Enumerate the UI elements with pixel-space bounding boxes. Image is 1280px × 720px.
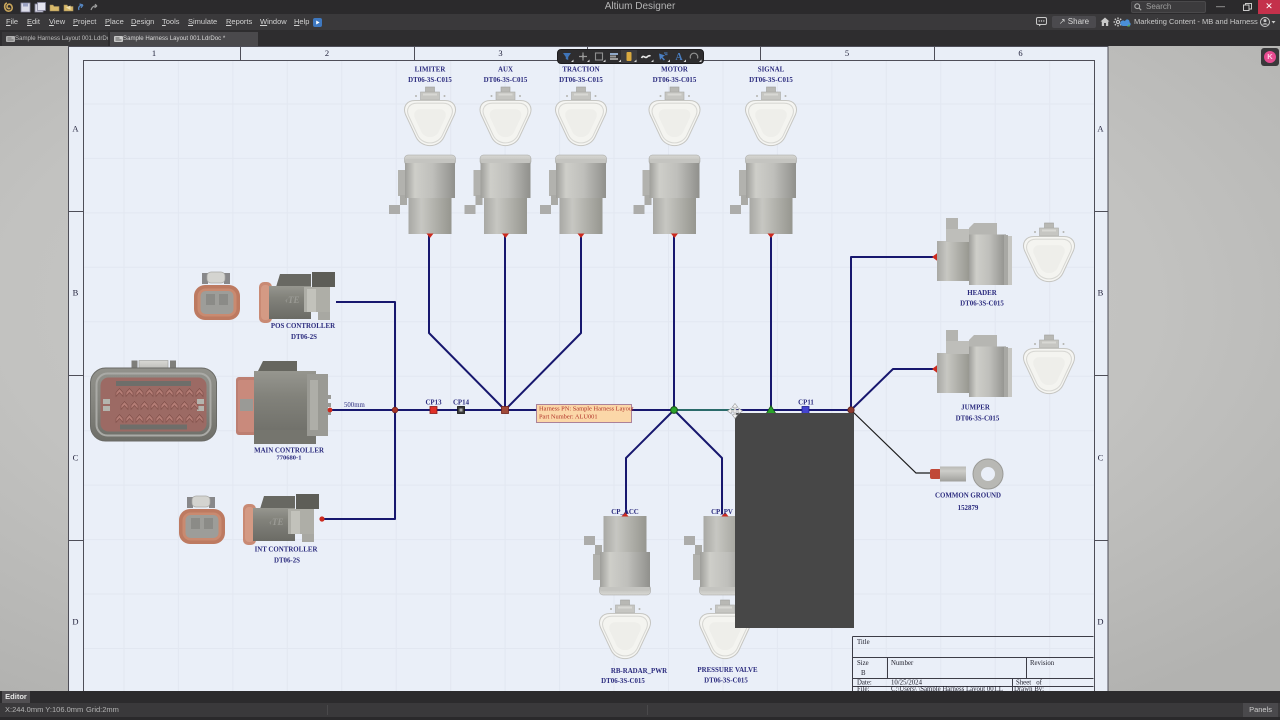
svg-text:Harness PN: Sample Harness Lay: Harness PN: Sample Harness Layout [539,406,634,413]
svg-text:B: B [1098,288,1104,298]
svg-text:CP14: CP14 [453,400,470,407]
svg-text:B: B [73,288,79,298]
svg-text:A: A [1097,124,1104,134]
svg-text:POS CONTROLLER: POS CONTROLLER [271,323,336,330]
svg-text:SIGNAL: SIGNAL [758,67,785,74]
svg-text:CP_PV: CP_PV [711,509,733,516]
svg-text:DT06-3S-C015: DT06-3S-C015 [956,416,1000,423]
svg-text:Part Number: ALU001: Part Number: ALU001 [539,414,598,421]
svg-text:DT06-3S-C015: DT06-3S-C015 [484,77,528,84]
svg-text:CP_ACC: CP_ACC [611,509,639,516]
svg-text:770680-1: 770680-1 [277,455,302,462]
svg-text:DT06-3S-C015: DT06-3S-C015 [559,77,603,84]
svg-text:C: C [1098,453,1104,463]
svg-text:JUMPER: JUMPER [961,405,991,412]
svg-text:DT06-3S-C015: DT06-3S-C015 [601,678,645,685]
svg-text:DT06-3S-C015: DT06-3S-C015 [704,678,748,685]
svg-text:1: 1 [152,48,156,58]
svg-text:A: A [675,52,683,63]
svg-text:INT CONTROLLER: INT CONTROLLER [255,547,319,554]
svg-text:A: A [72,124,79,134]
svg-text:D: D [72,617,78,627]
svg-text:DT06-2S: DT06-2S [274,558,300,565]
svg-text:MOTOR: MOTOR [661,67,689,74]
svg-text:CP11: CP11 [798,400,814,407]
svg-text:2: 2 [325,48,329,58]
svg-text:500mm: 500mm [344,402,365,409]
svg-text:MAIN CONTROLLER: MAIN CONTROLLER [254,448,325,455]
svg-text:D: D [1097,617,1103,627]
svg-text:DT06-3S-C015: DT06-3S-C015 [960,301,1004,308]
svg-text:Number: Number [891,660,914,667]
svg-text:DT06-3S-C015: DT06-3S-C015 [653,77,697,84]
svg-text:LIMITER: LIMITER [415,67,447,74]
svg-text:152879: 152879 [958,505,979,512]
svg-text:B: B [861,670,866,677]
svg-text:TRACTION: TRACTION [562,67,599,74]
svg-text:PRESSURE VALVE: PRESSURE VALVE [697,667,758,674]
svg-text:DT06-3S-C015: DT06-3S-C015 [749,77,793,84]
svg-text:Size: Size [857,660,869,667]
svg-text:3: 3 [498,48,502,58]
svg-text:C: C [73,453,79,463]
svg-text:6: 6 [1018,48,1022,58]
svg-text:DT06-3S-C015: DT06-3S-C015 [408,77,452,84]
svg-text:Revision: Revision [1030,660,1055,667]
svg-text:AUX: AUX [498,67,513,74]
svg-text:DT06-2S: DT06-2S [291,334,317,341]
svg-text:Title: Title [857,639,870,646]
svg-text:RB-RADAR_PWR: RB-RADAR_PWR [611,668,668,675]
svg-text:HEADER: HEADER [967,290,998,297]
svg-text:CP13: CP13 [425,400,442,407]
svg-text:COMMON GROUND: COMMON GROUND [935,493,1001,500]
svg-text:5: 5 [845,48,849,58]
